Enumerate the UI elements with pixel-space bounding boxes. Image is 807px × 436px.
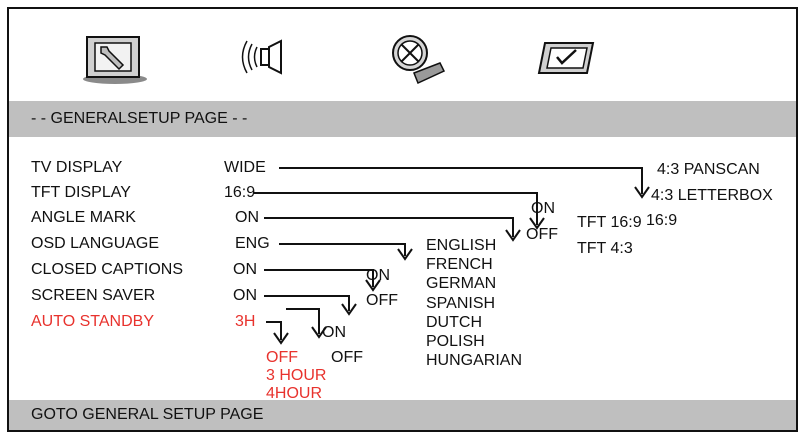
tft-display-option[interactable]: TFT 4:3 <box>577 240 633 258</box>
tv-display-option[interactable]: 4:3 LETTERBOX <box>651 187 773 205</box>
tv-display-option[interactable]: 16:9 <box>646 212 677 230</box>
screen-saver-option[interactable]: ON <box>322 324 346 342</box>
screen-saver-option[interactable]: OFF <box>331 349 363 367</box>
angle-mark-option[interactable]: ON <box>531 200 555 218</box>
tft-display-option[interactable]: TFT 16:9 <box>577 214 642 232</box>
status-text: GOTO GENERAL SETUP PAGE <box>31 406 264 423</box>
osd-language-option[interactable]: POLISH <box>426 333 485 351</box>
closed-captions-option[interactable]: OFF <box>366 292 398 310</box>
status-bar: GOTO GENERAL SETUP PAGE <box>9 400 796 430</box>
menu-connector-lines <box>254 167 650 345</box>
osd-language-option[interactable]: GERMAN <box>426 275 496 293</box>
angle-mark-option[interactable]: OFF <box>526 226 558 244</box>
tv-display-option[interactable]: 4:3 PANSCAN <box>657 161 760 179</box>
closed-captions-option[interactable]: ON <box>366 267 390 285</box>
osd-language-option[interactable]: HUNGARIAN <box>426 352 522 370</box>
osd-language-option[interactable]: SPANISH <box>426 295 495 313</box>
osd-language-option[interactable]: ENGLISH <box>426 237 496 255</box>
auto-standby-option[interactable]: 3 HOUR <box>266 367 326 385</box>
auto-standby-option[interactable]: OFF <box>266 349 298 367</box>
osd-language-option[interactable]: DUTCH <box>426 314 482 332</box>
osd-language-option[interactable]: FRENCH <box>426 256 493 274</box>
setup-menu-frame: - - GENERALSETUP PAGE - - TV DISPLAY WID… <box>7 7 798 432</box>
